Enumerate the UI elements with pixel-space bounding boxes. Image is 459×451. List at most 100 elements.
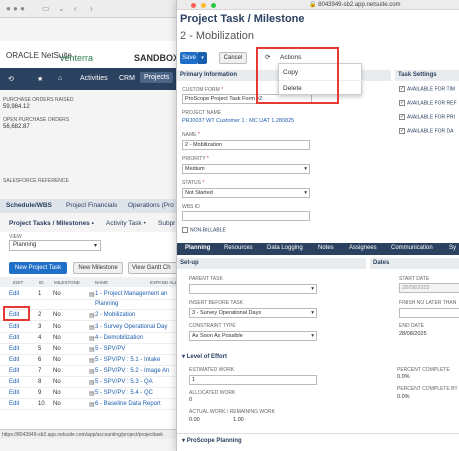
project-name-label: PROJECT NAME [182, 110, 222, 116]
info-value: 59,984.12 [3, 104, 30, 110]
minimize-icon[interactable] [200, 3, 206, 8]
close-icon[interactable] [191, 3, 196, 8]
save-button[interactable]: Save [180, 52, 198, 64]
edit-link[interactable]: Edit [9, 401, 19, 407]
nav-crm[interactable]: CRM [119, 75, 135, 82]
row-name-link[interactable]: 6 - Baseline Data Report [95, 401, 161, 407]
tab-data-logging[interactable]: Data Logging [267, 245, 303, 251]
task-setting-checkbox[interactable]: ✓ AVAILABLE FOR PRI [399, 114, 455, 120]
view-gantt-button[interactable]: View Gantt Ch [128, 262, 180, 274]
new-project-task-button[interactable]: New Project Task [9, 262, 67, 274]
constraint-type-label: CONSTRAINT TYPE [189, 323, 236, 329]
wbs-id-field[interactable] [182, 211, 310, 221]
project-name-link[interactable]: PRJ0037 WT Customer 1 : MC UAT 1.280825 [182, 118, 294, 124]
recent-icon[interactable]: ⟲ [8, 75, 14, 83]
tab-assignees[interactable]: Assignees [349, 245, 377, 251]
tab-schedule-wbs[interactable]: Schedule/WBS [6, 202, 52, 209]
new-milestone-button[interactable]: New Milestone [73, 262, 123, 274]
tab-project-financials[interactable]: Project Financials [66, 202, 117, 209]
task-settings-header[interactable]: Task Settings [395, 70, 459, 81]
tab-planning[interactable]: Planning [185, 245, 210, 251]
row-name-link[interactable]: 5 - SPV/PV [95, 346, 125, 352]
view-select[interactable]: Planning ▾ [9, 240, 101, 251]
chevron-down-icon: ▾ [311, 333, 314, 339]
row-id: 4 [38, 335, 42, 341]
chevron-down-icon: ▾ [304, 190, 307, 196]
expand-all[interactable]: EXPAND ALL [150, 280, 177, 285]
table-row: Edit 10 No 6 - Baseline Data Report ▤ [0, 399, 180, 410]
percent-complete-label: PERCENT COMPLETE [397, 367, 450, 373]
row-name-link[interactable]: 1 - Project Management an [95, 291, 167, 297]
tab-notes[interactable]: Notes [318, 245, 334, 251]
subtab-activity-task[interactable]: Activity Task • [106, 220, 146, 227]
edit-link[interactable]: Edit [9, 368, 19, 374]
checkbox-icon [182, 227, 188, 233]
constraint-type-select[interactable]: As Soon As Possible ▾ [189, 331, 317, 341]
estimated-work-field[interactable]: 1 [189, 375, 317, 385]
nav-activities[interactable]: Activities [80, 75, 108, 82]
custom-form-value: ProScope Project Task Form v2 [185, 96, 263, 102]
row-name-link[interactable]: Planning [95, 301, 118, 307]
task-setting-checkbox[interactable]: ✓ AVAILABLE FOR REF [399, 100, 457, 106]
row-name-link[interactable]: 5 - SPV/PV : 5.4 - QC [95, 390, 153, 396]
back-icon[interactable]: ‹ [74, 4, 77, 13]
tab-resources[interactable]: Resources [224, 245, 253, 251]
subtabs-bar: Planning Resources Data Logging Notes Assign… [177, 243, 459, 255]
window-controls[interactable] [191, 3, 219, 10]
page-title: Project Task / Milestone [180, 13, 305, 25]
star-icon[interactable]: ★ [37, 75, 43, 83]
table-row: Edit 7 No 5 - SPV/PV : 5.2 - Image An ▤ [0, 366, 180, 377]
chevron-down-icon[interactable]: ⌄ [58, 4, 65, 13]
status-select[interactable]: Not Started ▾ [182, 188, 310, 198]
cancel-button[interactable]: Cancel [219, 52, 247, 64]
edit-link[interactable]: Edit [9, 357, 19, 363]
actual-work-label: ACTUAL WORK / REMAINING WORK [189, 409, 275, 415]
tab-sy[interactable]: Sy [449, 245, 456, 251]
edit-link[interactable]: Edit [9, 291, 19, 297]
priority-select[interactable]: Medium ▾ [182, 164, 310, 174]
subtab-subprojects[interactable]: Subpr [158, 220, 175, 227]
edit-link[interactable]: Edit [9, 379, 19, 385]
row-name-link[interactable]: 5 - SPV/PV : 5.3 - QA [95, 379, 153, 385]
name-field[interactable]: 2 - Mobilization [182, 140, 310, 150]
maximize-icon[interactable] [210, 3, 216, 8]
sidebar-icon[interactable]: ▭ [42, 4, 50, 13]
insert-before-value: 3 - Survey Operational Days [192, 310, 262, 316]
home-icon[interactable]: ⌂ [58, 75, 62, 82]
row-name-link[interactable]: 5 - SPV/PV : 5.2 - Image An [95, 368, 169, 374]
row-name-link[interactable]: 2 - Mobilization [95, 312, 135, 318]
subtab-project-tasks[interactable]: Project Tasks / Milestones • [9, 220, 94, 227]
sandbox-label: SANDBOX [134, 53, 180, 63]
nav-projects[interactable]: Projects [140, 72, 174, 83]
non-billable-label: NON-BILLABLE [190, 227, 226, 234]
forward-icon[interactable]: › [90, 4, 93, 13]
save-options-button[interactable]: ▾ [198, 52, 207, 64]
task-setting-checkbox[interactable]: ✓ AVAILABLE FOR DA [399, 128, 454, 134]
edit-link[interactable]: Edit [9, 335, 19, 341]
task-icon: ▤ [89, 402, 95, 408]
proscope-planning-header[interactable]: ▾ ProScope Planning [177, 433, 459, 445]
tab-communication[interactable]: Communication [391, 245, 433, 251]
level-of-effort-header[interactable]: ▾ Level of Effort [177, 350, 459, 362]
dates-header[interactable]: Dates [370, 258, 459, 269]
task-icon: ▤ [89, 292, 95, 298]
info-label: SALESFORCE REFERENCE [3, 178, 69, 184]
non-billable-checkbox[interactable]: NON-BILLABLE [182, 227, 226, 233]
edit-link[interactable]: Edit [9, 346, 19, 352]
table-row: Edit 8 No 5 - SPV/PV : 5.3 - QA ▤ [0, 377, 180, 388]
setup-header[interactable]: Set-up [177, 258, 366, 269]
tab-operations[interactable]: Operations (Pro [128, 202, 174, 209]
edit-link[interactable]: Edit [9, 324, 19, 330]
traffic-lights[interactable]: ● ● ● [6, 4, 25, 13]
task-setting-checkbox[interactable]: ✓ AVAILABLE FOR TIM [399, 86, 455, 92]
row-name-link[interactable]: 4 - Demobilization [95, 335, 143, 341]
chevron-down-icon: ▾ [311, 310, 314, 316]
edit-link[interactable]: Edit [9, 390, 19, 396]
row-name-link[interactable]: 3 - Survey Operational Day [95, 324, 167, 330]
finish-no-later-field[interactable] [399, 308, 459, 318]
start-date-field[interactable]: 28/08/2025 [399, 283, 459, 293]
insert-before-select[interactable]: 3 - Survey Operational Days ▾ [189, 308, 317, 318]
row-name-link[interactable]: 5 - SPV/PV : 5.1 - Intake [95, 357, 160, 363]
percent-complete-by-label: PERCENT COMPLETE BY [397, 386, 458, 392]
parent-task-select[interactable]: ▾ [189, 284, 317, 294]
